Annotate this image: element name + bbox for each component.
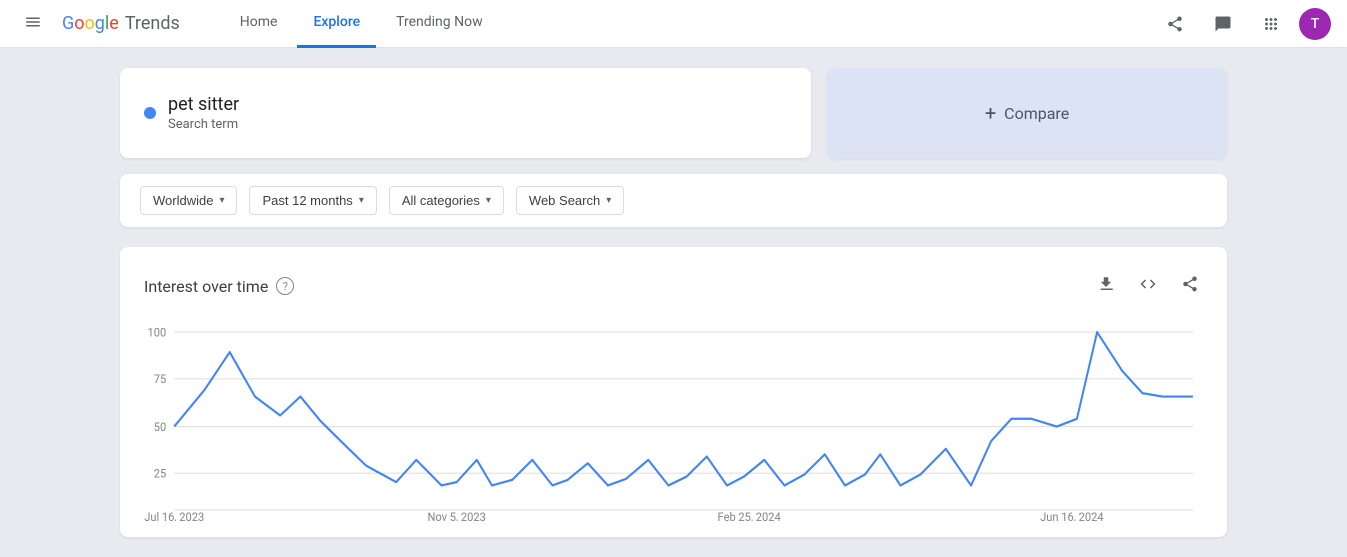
main-content: pet sitter Search term + Compare Worldwi… (0, 48, 1347, 557)
embed-icon[interactable] (1135, 271, 1161, 301)
svg-text:75: 75 (154, 372, 167, 387)
compare-plus-icon: + (985, 101, 996, 125)
nav-trending-now[interactable]: Trending Now (380, 0, 498, 48)
main-nav: Home Explore Trending Now (224, 0, 499, 48)
search-term-card: pet sitter Search term (120, 68, 811, 158)
svg-text:Nov 5, 2023: Nov 5, 2023 (427, 509, 485, 521)
svg-text:Jun 16, 2024: Jun 16, 2024 (1040, 509, 1104, 521)
svg-text:50: 50 (154, 419, 166, 434)
trend-line-chart: 100 75 50 25 Jul 16, 2023 Nov 5, 2023 Fe… (144, 321, 1203, 521)
search-dot (144, 107, 156, 119)
compare-label: Compare (1004, 104, 1069, 123)
logo-trends: Trends (125, 13, 180, 34)
feedback-icon[interactable] (1203, 4, 1243, 44)
chevron-down-icon: ▾ (359, 195, 364, 206)
user-avatar[interactable]: T (1299, 8, 1331, 40)
menu-icon[interactable] (16, 4, 50, 44)
nav-home[interactable]: Home (224, 0, 294, 48)
filter-time-label: Past 12 months (262, 193, 352, 208)
header-left: Google Trends Home Explore Trending Now (16, 0, 499, 48)
help-icon[interactable]: ? (276, 277, 294, 295)
download-icon[interactable] (1093, 271, 1119, 301)
interest-over-time-card: Interest over time ? (120, 247, 1227, 537)
filter-region-label: Worldwide (153, 193, 213, 208)
svg-text:100: 100 (148, 325, 167, 340)
chart-title: Interest over time (144, 277, 268, 296)
chart-header: Interest over time ? (144, 271, 1203, 301)
filter-search-type[interactable]: Web Search ▾ (516, 186, 624, 215)
search-term-text: pet sitter (168, 94, 239, 115)
chevron-down-icon: ▾ (486, 195, 491, 206)
search-section: pet sitter Search term + Compare (120, 68, 1227, 158)
chart-actions (1093, 271, 1203, 301)
google-trends-logo[interactable]: Google Trends (62, 13, 180, 34)
search-term-type: Search term (168, 117, 239, 132)
share-chart-icon[interactable] (1177, 271, 1203, 301)
header: Google Trends Home Explore Trending Now … (0, 0, 1347, 48)
header-right: T (1155, 4, 1331, 44)
svg-text:Feb 25, 2024: Feb 25, 2024 (718, 509, 782, 521)
nav-explore[interactable]: Explore (297, 0, 376, 48)
chevron-down-icon: ▾ (606, 195, 611, 206)
filters-section: Worldwide ▾ Past 12 months ▾ All categor… (120, 174, 1227, 227)
filter-category[interactable]: All categories ▾ (389, 186, 504, 215)
svg-text:25: 25 (154, 466, 167, 481)
filter-time[interactable]: Past 12 months ▾ (249, 186, 376, 215)
filter-search-type-label: Web Search (529, 193, 600, 208)
compare-card[interactable]: + Compare (827, 68, 1227, 158)
filter-region[interactable]: Worldwide ▾ (140, 186, 237, 215)
chevron-down-icon: ▾ (219, 195, 224, 206)
chart-area: 100 75 50 25 Jul 16, 2023 Nov 5, 2023 Fe… (144, 321, 1203, 521)
apps-icon[interactable] (1251, 4, 1291, 44)
search-term-info: pet sitter Search term (168, 94, 239, 132)
filter-category-label: All categories (402, 193, 480, 208)
logo-google: Google (62, 13, 119, 34)
svg-text:Jul 16, 2023: Jul 16, 2023 (144, 509, 204, 521)
chart-title-area: Interest over time ? (144, 277, 294, 296)
share-icon-header[interactable] (1155, 4, 1195, 44)
